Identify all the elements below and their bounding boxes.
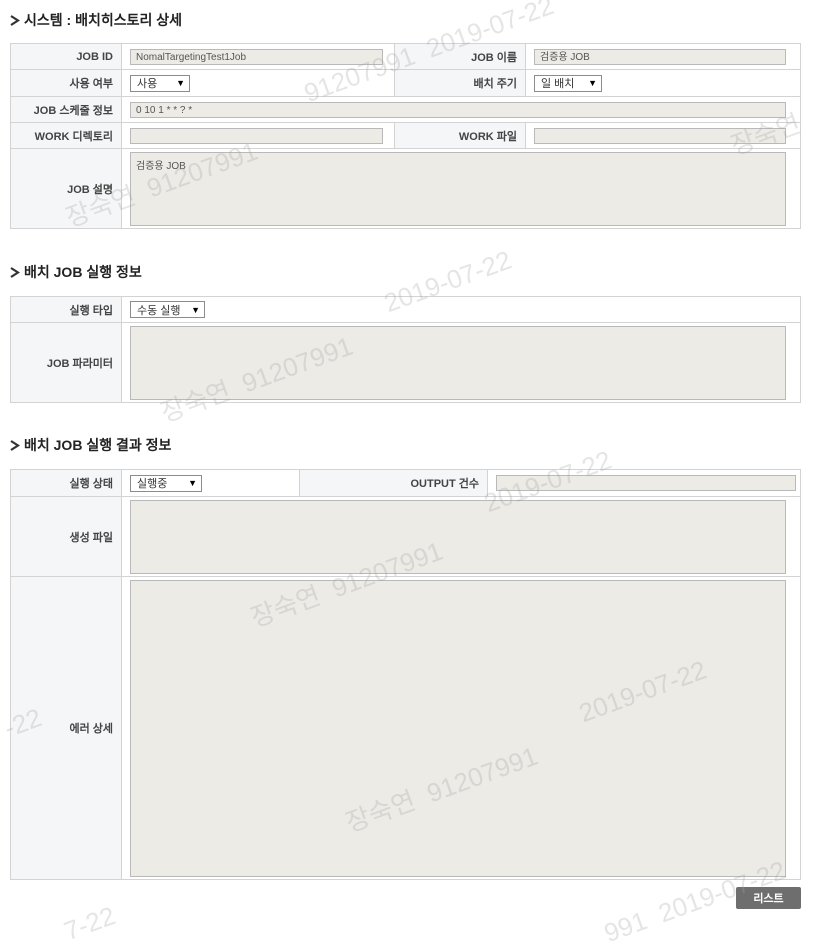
output-count-label: OUTPUT 건수	[299, 469, 488, 497]
caret-down-icon: ▼	[176, 78, 185, 88]
exec-status-label: 실행 상태	[10, 469, 122, 497]
work-dir-label: WORK 디렉토리	[10, 122, 122, 149]
use-select-value: 사용	[137, 78, 158, 90]
work-file-field[interactable]	[534, 127, 786, 144]
chevron-right-icon	[10, 14, 20, 26]
job-name-label: JOB 이름	[394, 43, 526, 70]
page-title-text: 시스템 : 배치히스토리 상세	[24, 12, 183, 28]
list-button[interactable]: 리스트	[736, 887, 801, 909]
use-select[interactable]: 사용 ▼	[130, 74, 190, 92]
result-info-title: 배치 JOB 실행 결과 정보	[10, 435, 171, 455]
exec-status-select[interactable]: 실행중 ▼	[130, 474, 202, 492]
use-label: 사용 여부	[10, 69, 122, 97]
result-info-title-text: 배치 JOB 실행 결과 정보	[24, 437, 172, 453]
cycle-select-value: 일 배치	[541, 78, 575, 90]
caret-down-icon: ▼	[191, 304, 200, 315]
exec-info-title: 배치 JOB 실행 정보	[10, 262, 142, 282]
output-count-field[interactable]	[496, 475, 796, 491]
job-id-label: JOB ID	[10, 43, 122, 70]
work-dir-field[interactable]	[130, 127, 383, 144]
desc-label: JOB 설명	[10, 148, 122, 229]
schedule-label: JOB 스케줄 정보	[10, 96, 122, 123]
watermark-text: 7-22	[60, 900, 120, 947]
job-name-field[interactable]: 검증용 JOB	[534, 48, 786, 65]
exec-type-select-value: 수동 실행	[137, 304, 181, 317]
job-param-label: JOB 파라미터	[10, 322, 122, 403]
cycle-label: 배치 주기	[394, 69, 526, 97]
exec-status-select-value: 실행중	[137, 478, 168, 490]
error-detail-textarea[interactable]	[130, 579, 786, 877]
exec-type-label: 실행 타입	[10, 296, 122, 323]
exec-info-title-text: 배치 JOB 실행 정보	[24, 264, 142, 280]
chevron-right-icon	[10, 439, 20, 451]
caret-down-icon: ▼	[188, 478, 197, 488]
job-id-field[interactable]: NomalTargetingTest1Job	[130, 48, 383, 65]
exec-info-table: 실행 타입 수동 실행 ▼ JOB 파라미터	[10, 296, 801, 403]
desc-textarea[interactable]: 검증용 JOB	[130, 151, 786, 226]
batch-info-table: JOB ID NomalTargetingTest1Job JOB 이름 검증용…	[10, 43, 801, 229]
cycle-select[interactable]: 일 배치 ▼	[534, 74, 602, 92]
schedule-field[interactable]: 0 10 1 * * ? *	[130, 101, 786, 118]
exec-type-select[interactable]: 수동 실행 ▼	[130, 301, 205, 318]
job-param-textarea[interactable]	[130, 325, 786, 400]
result-info-table: 실행 상태 실행중 ▼ OUTPUT 건수 생성 파일 에러 상세	[10, 469, 801, 880]
output-file-textarea[interactable]	[130, 499, 786, 574]
chevron-right-icon	[10, 266, 20, 278]
output-file-label: 생성 파일	[10, 496, 122, 577]
work-file-label: WORK 파일	[394, 122, 526, 149]
caret-down-icon: ▼	[588, 78, 597, 88]
page-title: 시스템 : 배치히스토리 상세	[10, 10, 182, 30]
error-detail-label: 에러 상세	[10, 576, 122, 880]
